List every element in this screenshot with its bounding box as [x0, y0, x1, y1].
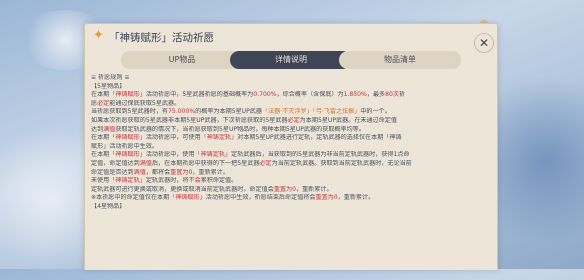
panel-title-bar: ✦ 「神铸赋形」活动祈愿 — [85, 24, 497, 50]
sparkle-icon: ✦ — [93, 28, 104, 43]
rules-line: 在本期「神铸赋形」活动祈愿中，5星武器祈愿的基础概率为0.700%，综合概率（含… — [91, 91, 406, 99]
rules-content: ≡ 祈愿规则 ≡ 【5星物品】 在本期「神铸赋形」活动祈愿中，5星武器祈愿的基础概率… — [91, 74, 489, 270]
rules-heading: ≡ 祈愿规则 ≡ — [91, 74, 130, 81]
panel-title: 「神铸赋形」活动祈愿 — [109, 32, 214, 44]
section-heading: 【5星物品】 — [91, 82, 126, 90]
rules-line: 命定值是否达到满值，都将会重置为0，重新累计。 — [91, 168, 229, 176]
rules-line: 在本期「神铸赋形」活动祈愿中，可使用「神铸定轨」对本期5星UP武器进行定轨，定轨… — [91, 134, 402, 142]
tab-item-list[interactable]: 物品清单 — [339, 51, 461, 69]
wish-details-panel: ✦ 「神铸赋形」活动祈愿 UP物品 详情说明 物品清单 ≡ 祈愿规则 ≡ 【5星物… — [84, 23, 498, 270]
tab-up-items[interactable]: UP物品 — [121, 51, 243, 69]
rules-line: 在本期「神铸赋形」活动祈愿中，使用「神铸定轨」定轨武器后，当获取到的5星武器为非… — [91, 151, 410, 159]
rules-line: 当祈愿获取到5星武器时，有75.000%的概率为本期5星UP武器「法器·不灭浮罗… — [91, 108, 391, 116]
rules-line: 未使用「神铸定轨」定轨武器时，将不会累积命定值。 — [91, 177, 238, 185]
tab-details[interactable]: 详情说明 — [230, 51, 352, 69]
close-button[interactable]: ✕ — [474, 33, 494, 53]
rules-line: 赋形」活动祈愿中生效。 — [91, 142, 159, 150]
rules-line: 定轨武器可进行更换或取消，更换或取消当前定轨武器时，命定值会重置为0，重新累计。 — [91, 185, 333, 193]
rules-line: 如果本次祈愿获取的5星武器非本期5星UP武器，下次祈愿获取的5星武器必定为本期5… — [91, 116, 397, 124]
tab-bar: UP物品 详情说明 物品清单 — [85, 51, 497, 69]
section-heading: 【4星物品】 — [91, 202, 126, 210]
rules-line: 愿必定能通过保底获取5星武器。 — [91, 99, 181, 107]
rules-line: 定值，命定值达到满值后，在本期祈愿中获得的下一把5星武器必定为当前定轨武器。获取… — [91, 159, 412, 167]
close-icon: ✕ — [478, 36, 490, 50]
rules-line: ※本祈愿中的命定值仅在本期「神铸赋形」活动祈愿中生效，祈愿结束后命定值将会重置为… — [91, 194, 375, 202]
rules-line: 达到满值获取定轨武器的情况下，当祈愿获取到5星UP物品时，每种本期5星UP武器的… — [91, 125, 365, 133]
